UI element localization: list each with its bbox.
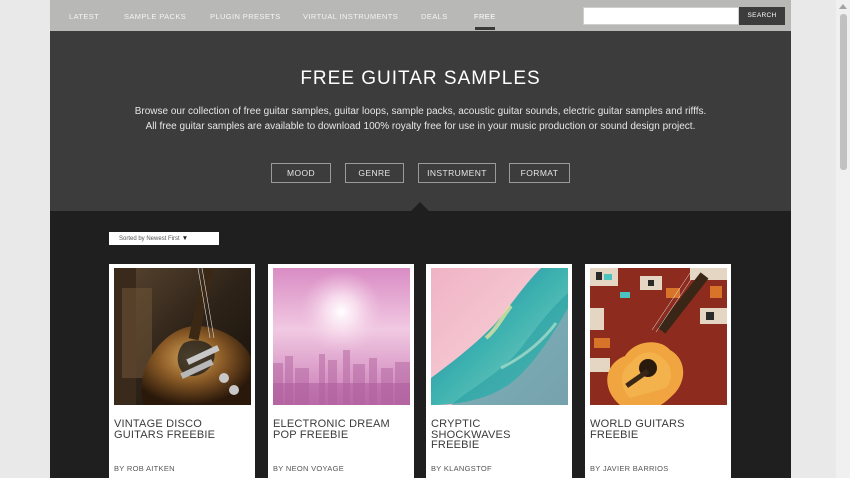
card-author[interactable]: BY NEON VOYAGE [273, 464, 344, 473]
nav-item-sample-packs[interactable]: SAMPLE PACKS [124, 12, 186, 21]
filter-genre-button[interactable]: GENRE [345, 163, 404, 183]
nav-item-plugin-presets[interactable]: PLUGIN PRESETS [210, 12, 281, 21]
sort-dropdown[interactable]: Sorted by Newest First ▼ [109, 232, 219, 245]
product-card[interactable]: ELECTRONIC DREAM POP FREEBIE BY NEON VOY… [268, 264, 414, 478]
card-author[interactable]: BY KLANGSTOF [431, 464, 492, 473]
description-line-1: Browse our collection of free guitar sam… [134, 106, 707, 117]
top-nav: LATEST SAMPLE PACKS PLUGIN PRESETS VIRTU… [50, 0, 791, 31]
page-description: Browse our collection of free guitar sam… [50, 104, 791, 134]
hero-caret-pointer [411, 202, 429, 211]
pink-teal-abstract-photo[interactable] [431, 268, 568, 405]
scrollbar-thumb[interactable] [840, 14, 847, 170]
scroll-up-arrow-icon[interactable] [839, 4, 847, 9]
nav-item-free[interactable]: FREE [474, 12, 496, 21]
search-button[interactable]: SEARCH [739, 7, 785, 25]
card-title[interactable]: ELECTRONIC DREAM POP FREEBIE [273, 419, 403, 441]
active-nav-indicator [475, 27, 495, 30]
page-title: FREE GUITAR SAMPLES [300, 68, 541, 89]
electric-guitar-photo[interactable] [114, 268, 251, 405]
filter-format-button[interactable]: FORMAT [509, 163, 570, 183]
card-title[interactable]: CRYPTIC SHOCKWAVES FREEBIE [431, 419, 561, 451]
card-title[interactable]: WORLD GUITARS FREEBIE [590, 419, 720, 441]
sort-label: Sorted by Newest First [119, 236, 180, 242]
description-line-2: All free guitar samples are available to… [145, 121, 696, 132]
nav-item-latest[interactable]: LATEST [69, 12, 99, 21]
acoustic-guitar-rug-photo[interactable] [590, 268, 727, 405]
card-title[interactable]: VINTAGE DISCO GUITARS FREEBIE [114, 419, 244, 441]
filter-instrument-button[interactable]: INSTRUMENT [418, 163, 496, 183]
caret-down-icon: ▼ [181, 235, 189, 242]
hero-banner: FREE GUITAR SAMPLES Browse our collectio… [50, 31, 791, 211]
product-card[interactable]: WORLD GUITARS FREEBIE BY JAVIER BARRIOS [585, 264, 731, 478]
nav-item-deals[interactable]: DEALS [421, 12, 448, 21]
pink-city-skyline-photo[interactable] [273, 268, 410, 405]
product-card[interactable]: VINTAGE DISCO GUITARS FREEBIE BY ROB AIT… [109, 264, 255, 478]
product-card[interactable]: CRYPTIC SHOCKWAVES FREEBIE BY KLANGSTOF [426, 264, 572, 478]
card-author[interactable]: BY JAVIER BARRIOS [590, 464, 669, 473]
page: LATEST SAMPLE PACKS PLUGIN PRESETS VIRTU… [50, 0, 791, 478]
page-scrollbar[interactable] [836, 0, 850, 478]
search-input[interactable] [583, 7, 739, 25]
nav-item-virtual-instruments[interactable]: VIRTUAL INSTRUMENTS [303, 12, 398, 21]
card-author[interactable]: BY ROB AITKEN [114, 464, 175, 473]
filter-mood-button[interactable]: MOOD [271, 163, 331, 183]
